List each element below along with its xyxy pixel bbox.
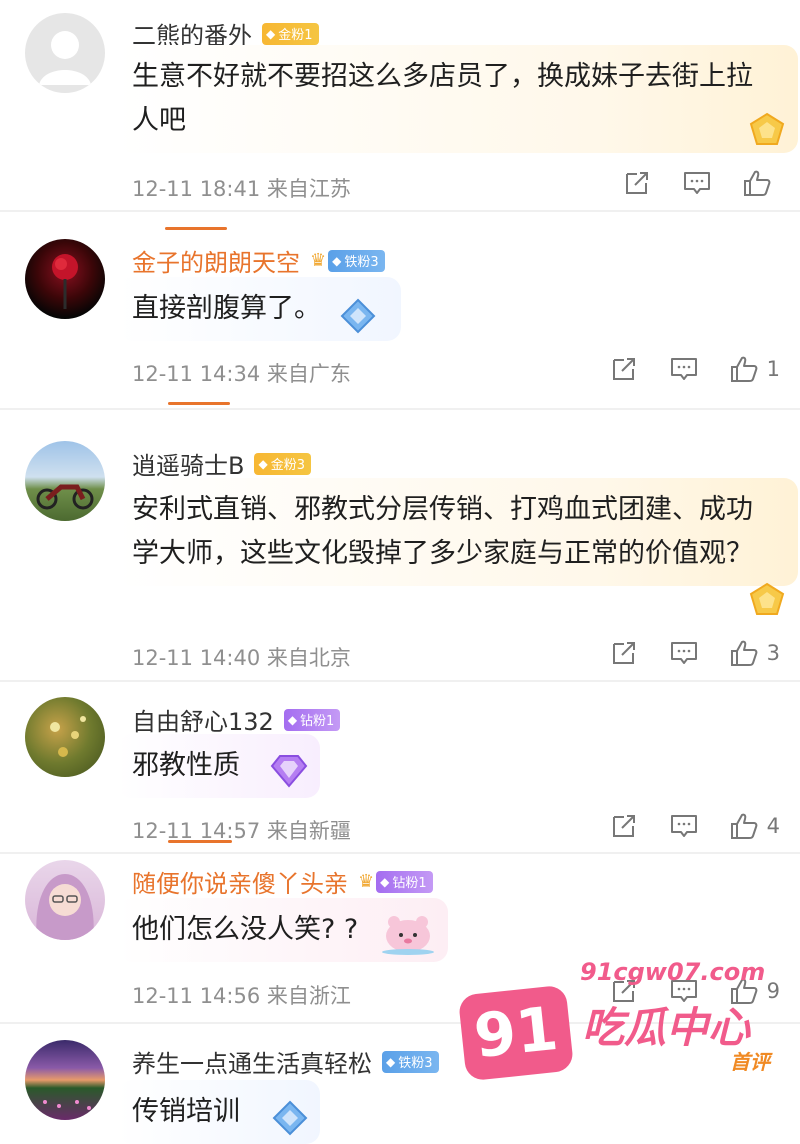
username[interactable]: 养生一点通生活真轻松 [132, 1044, 372, 1079]
fan-badge: ◆ 钻粉1 [283, 708, 341, 731]
blue-gem-decoration-icon [338, 296, 378, 340]
share-icon [609, 811, 639, 841]
comment-time: 12-11 18:41 [132, 177, 261, 201]
blue-gem-decoration-icon [270, 1098, 310, 1142]
fan-badge-icon: ◆ [287, 712, 298, 727]
reply-button[interactable] [669, 354, 699, 384]
thumbs-up-icon [729, 811, 759, 841]
comment-time: 12-11 14:34 [132, 362, 261, 386]
share-button[interactable] [609, 811, 639, 841]
thumbs-up-icon [729, 638, 759, 668]
comment-icon [669, 638, 699, 668]
thumbs-up-icon [729, 354, 759, 384]
fan-badge-icon: ◆ [386, 1054, 396, 1069]
comment-icon [669, 811, 699, 841]
username[interactable]: 自由舒心132 [132, 702, 274, 737]
watermark-url: 91cgw07.com [580, 958, 766, 986]
username[interactable]: 随便你说亲傻丫头亲 [132, 864, 348, 899]
fan-badge-icon: ◆ [332, 253, 342, 268]
username[interactable]: 金子的朗朗天空 [132, 243, 300, 278]
purple-gem-decoration-icon [266, 752, 312, 794]
comment-time: 12-11 14:40 [132, 646, 261, 670]
fan-badge-label: 钻粉1 [300, 714, 335, 729]
avatar[interactable] [25, 239, 105, 319]
avatar[interactable] [25, 860, 105, 940]
divider [0, 852, 800, 854]
crown-icon: ♛ [358, 871, 375, 892]
divider [0, 210, 800, 212]
pink-bear-decoration-icon [378, 906, 438, 960]
comment-location: 来自北京 [266, 646, 351, 670]
section-underline [165, 227, 227, 230]
fan-badge: ◆ 金粉3 [254, 452, 311, 475]
reply-button[interactable] [682, 168, 712, 198]
comment-icon [682, 168, 712, 198]
like-count: 1 [766, 357, 780, 381]
fan-badge-icon: ◆ [258, 456, 268, 471]
like-count: 9 [766, 979, 780, 1003]
avatar[interactable] [25, 13, 105, 93]
share-button[interactable] [609, 354, 639, 384]
share-icon [609, 638, 639, 668]
fan-badge-label: 金粉1 [278, 28, 313, 43]
share-button[interactable] [622, 168, 652, 198]
avatar[interactable] [25, 441, 105, 521]
fan-badge-label: 金粉3 [270, 458, 305, 473]
comment-location: 来自江苏 [266, 177, 351, 201]
crown-icon: ♛ [310, 250, 327, 271]
gold-gem-decoration-icon [745, 110, 789, 154]
share-button[interactable] [609, 638, 639, 668]
comment-text: 生意不好就不要招这么多店员了，换成妹子去街上拉人吧 [118, 45, 798, 153]
fan-badge-icon: ◆ [266, 26, 276, 41]
comment-text: 安利式直销、邪教式分层传销、打鸡血式团建、成功学大师，这些文化毁掉了多少家庭与正… [118, 478, 798, 586]
comment-location: 来自广东 [266, 362, 351, 386]
reply-button[interactable] [669, 638, 699, 668]
watermark-logo: 91 [457, 984, 575, 1082]
gold-gem-decoration-icon [745, 580, 789, 624]
comment-time: 12-11 14:56 [132, 984, 261, 1008]
fan-badge-label: 铁粉3 [398, 1056, 433, 1071]
section-underline [168, 402, 230, 405]
fan-badge: ◆ 金粉1 [262, 22, 319, 45]
watermark-text: 吃瓜中心 [582, 1003, 751, 1052]
like-button[interactable]: 3 [729, 638, 780, 668]
fan-badge-label: 钻粉1 [392, 876, 427, 891]
like-count: 3 [766, 641, 780, 665]
watermark: 91 91cgw07.com 吃瓜中心 [457, 958, 765, 1088]
like-button[interactable]: 1 [729, 354, 780, 384]
like-button[interactable]: 4 [729, 811, 780, 841]
fan-badge-label: 铁粉3 [344, 255, 379, 270]
reply-button[interactable] [669, 811, 699, 841]
share-icon [622, 168, 652, 198]
avatar[interactable] [25, 1040, 105, 1120]
fan-badge: ◆ 铁粉3 [382, 1050, 439, 1073]
fan-badge-icon: ◆ [380, 874, 390, 889]
section-underline [168, 840, 232, 843]
like-count: 4 [766, 814, 780, 838]
share-icon [609, 354, 639, 384]
avatar[interactable] [25, 697, 105, 777]
divider [0, 680, 800, 682]
username[interactable]: 逍遥骑士B [132, 446, 244, 481]
divider [0, 408, 800, 410]
thumbs-up-icon [742, 168, 772, 198]
comment-location: 来自新疆 [266, 819, 351, 843]
comment-location: 来自浙江 [266, 984, 351, 1008]
like-button[interactable] [742, 168, 780, 198]
fan-badge: ◆ 铁粉3 [328, 249, 385, 272]
fan-badge: ◆ 钻粉1 [376, 870, 433, 893]
comment-icon [669, 354, 699, 384]
